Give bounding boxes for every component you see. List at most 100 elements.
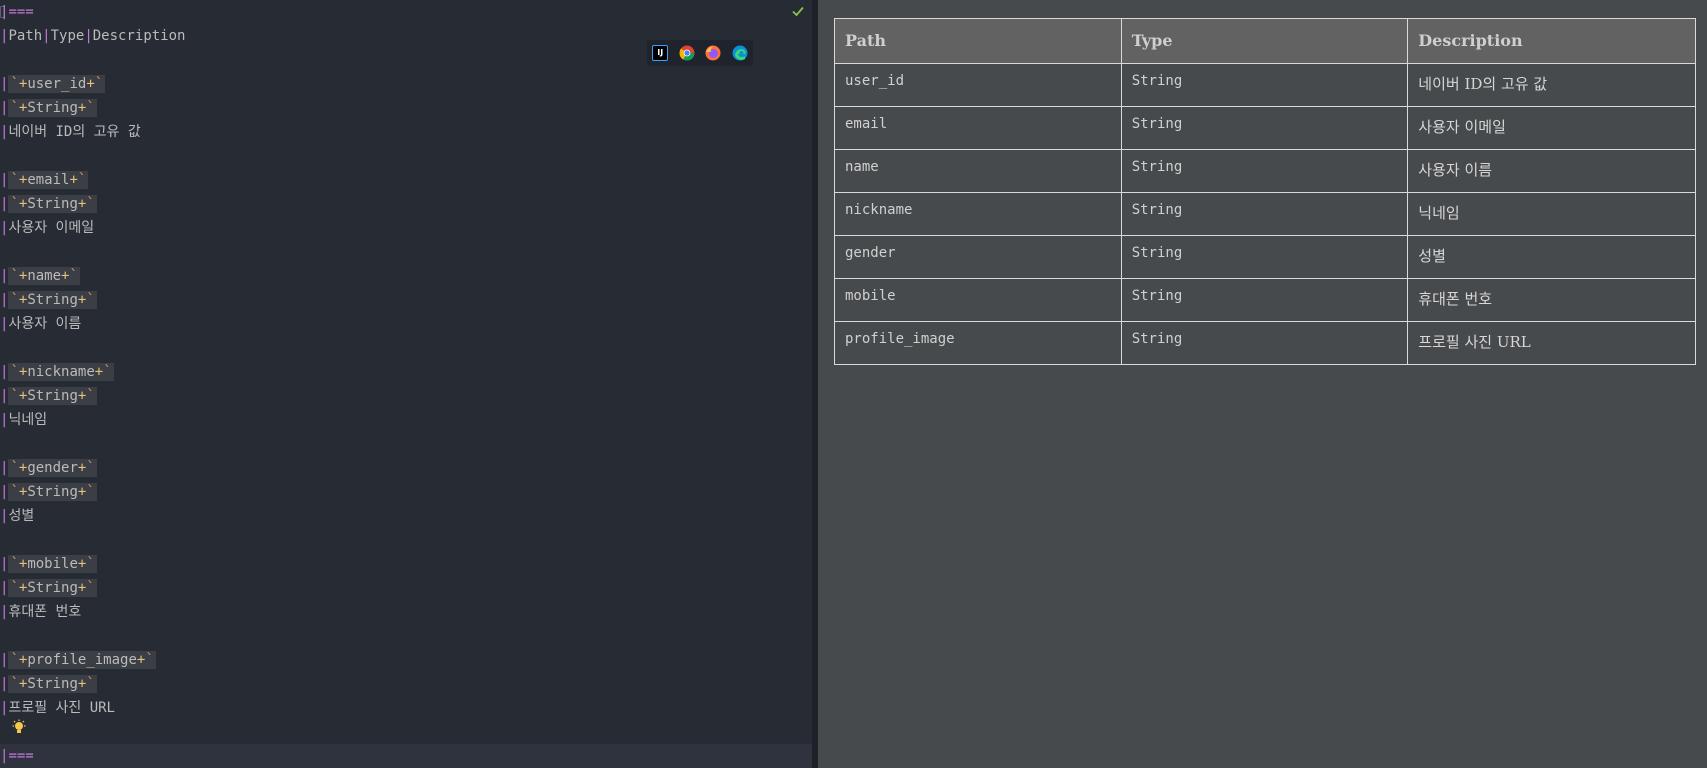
column-header-line[interactable]: |Path|Type|Description: [0, 24, 185, 48]
cell-type: String: [1120, 192, 1409, 236]
backtick: `: [77, 172, 87, 188]
description-cell-line[interactable]: |사용자 이메일: [0, 216, 94, 240]
table-row: email String 사용자 이메일: [834, 106, 1696, 150]
description-value: 성별: [8, 508, 35, 524]
type-value: String: [27, 484, 78, 500]
cell-description: 네이버 ID의 고유 값: [1407, 63, 1696, 107]
path-value: mobile: [27, 556, 78, 572]
type-value: String: [27, 100, 78, 116]
description-cell-line[interactable]: |휴대폰 번호: [0, 600, 81, 624]
path-value: user_id: [27, 76, 87, 92]
column-header: Type: [50, 28, 85, 44]
cell-separator: |: [84, 28, 93, 44]
backtick: `: [86, 100, 95, 116]
cell-description: 닉네임: [1407, 192, 1696, 236]
type-value: String: [27, 580, 78, 596]
cell-type: String: [1120, 106, 1409, 150]
cell-path: nickname: [834, 192, 1122, 236]
cell-description: 휴대폰 번호: [1407, 278, 1696, 322]
type-cell-line[interactable]: | `+String+`: [0, 384, 97, 408]
description-cell-line[interactable]: |네이버 ID의 고유 값: [0, 120, 141, 144]
path-value: profile_image: [27, 652, 137, 668]
cell-type: String: [1120, 149, 1409, 193]
description-value: 사용자 이름: [8, 316, 82, 332]
path-cell-line[interactable]: | `+nickname+`: [0, 360, 114, 384]
cell-type: String: [1120, 321, 1409, 365]
header-description: Description: [1407, 18, 1696, 64]
path-value: name: [27, 268, 62, 284]
description-cell-line[interactable]: |프로필 사진 URL: [0, 696, 115, 720]
asciidoc-editor[interactable]: |=== |Path|Type|Description | `+user_id+` | `…: [0, 0, 812, 768]
table-delimiter-line[interactable]: |===: [0, 744, 812, 768]
type-cell-line[interactable]: | `+String+`: [0, 192, 97, 216]
cell-path: email: [834, 106, 1122, 150]
backtick: `: [145, 652, 154, 668]
lightbulb-icon[interactable]: [11, 719, 27, 737]
table-body: user_id String 네이버 ID의 고유 값 email String 사용자 …: [834, 63, 1696, 365]
backtick: `: [10, 292, 19, 308]
backtick: `: [86, 388, 95, 404]
header-path: Path: [834, 18, 1122, 64]
type-cell-line[interactable]: | `+String+`: [0, 576, 97, 600]
table-row: gender String 성별: [834, 235, 1696, 279]
description-cell-line[interactable]: |사용자 이름: [0, 312, 81, 336]
table-delimiter: ===: [8, 4, 34, 20]
path-cell-line[interactable]: | `+profile_image+`: [0, 648, 156, 672]
table-row: mobile String 휴대폰 번호: [834, 278, 1696, 322]
column-header: Path: [8, 28, 43, 44]
intellij-icon[interactable]: IJ: [652, 45, 669, 61]
cell-path: profile_image: [834, 321, 1122, 365]
browser-preview-toolbar: IJ: [647, 40, 753, 66]
description-cell-line[interactable]: |성별: [0, 504, 34, 528]
path-cell-line[interactable]: | `+gender+`: [0, 456, 97, 480]
backtick: `: [103, 364, 112, 380]
backtick: `: [10, 76, 19, 92]
table-header-row: Path Type Description: [834, 18, 1696, 64]
cell-path: mobile: [834, 278, 1122, 322]
plus-marker: +: [86, 76, 95, 92]
column-header: Description: [92, 28, 186, 44]
plus-marker: +: [69, 172, 78, 188]
description-value: 네이버 ID의 고유 값: [8, 124, 141, 140]
firefox-icon[interactable]: [705, 45, 721, 61]
backtick: `: [86, 556, 95, 572]
path-cell-line[interactable]: | `+user_id+`: [0, 72, 106, 96]
table-delimiter-line[interactable]: |===: [0, 0, 34, 24]
path-code-span: `+nickname+`: [8, 363, 114, 381]
cell-type: String: [1120, 278, 1409, 322]
type-code-span: `+String+`: [8, 291, 97, 309]
backtick: `: [86, 484, 95, 500]
type-cell-line[interactable]: | `+String+`: [0, 480, 97, 504]
cell-description: 사용자 이메일: [1407, 106, 1696, 150]
cell-path: name: [834, 149, 1122, 193]
type-code-span: `+String+`: [8, 579, 97, 597]
path-cell-line[interactable]: | `+name+`: [0, 264, 80, 288]
type-code-span: `+String+`: [8, 99, 97, 117]
backtick: `: [10, 100, 19, 116]
type-cell-line[interactable]: | `+String+`: [0, 288, 97, 312]
path-value: email: [27, 172, 70, 188]
backtick: `: [86, 580, 95, 596]
chrome-icon[interactable]: [679, 45, 695, 61]
backtick: `: [10, 268, 19, 284]
backtick: `: [10, 364, 19, 380]
cell-separator: |: [42, 28, 51, 44]
table-row: nickname String 닉네임: [834, 192, 1696, 236]
edge-icon[interactable]: [732, 45, 748, 61]
description-value: 프로필 사진 URL: [8, 700, 115, 716]
description-cell-line[interactable]: |닉네임: [0, 408, 47, 432]
path-value: nickname: [27, 364, 95, 380]
path-code-span: `+email+`: [8, 171, 89, 189]
backtick: `: [10, 580, 19, 596]
type-value: String: [27, 388, 78, 404]
type-cell-line[interactable]: | `+String+`: [0, 96, 97, 120]
path-code-span: `+gender+`: [8, 459, 97, 477]
path-cell-line[interactable]: | `+email+`: [0, 168, 89, 192]
type-cell-line[interactable]: | `+String+`: [0, 672, 97, 696]
path-cell-line[interactable]: | `+mobile+`: [0, 552, 97, 576]
backtick: `: [86, 460, 95, 476]
path-value: gender: [27, 460, 78, 476]
backtick: `: [10, 196, 19, 212]
description-value: 사용자 이메일: [8, 220, 95, 236]
backtick: `: [10, 484, 19, 500]
